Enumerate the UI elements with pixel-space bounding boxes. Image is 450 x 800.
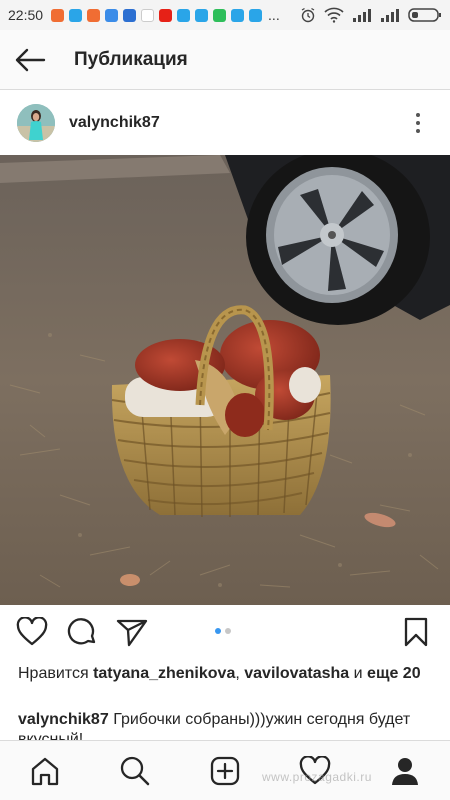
liker-link[interactable]: tatyana_zhenikova xyxy=(93,665,235,682)
page-title: Публикация xyxy=(74,48,188,70)
google-icon xyxy=(141,8,155,22)
whatsapp-icon xyxy=(213,8,227,22)
post-header: valynchik87 xyxy=(0,91,450,154)
notification-icons xyxy=(51,8,263,22)
nav-profile[interactable] xyxy=(383,749,427,793)
battery-icon xyxy=(408,8,441,22)
mail-icon xyxy=(87,8,101,22)
comment-button[interactable] xyxy=(64,614,100,650)
share-button[interactable] xyxy=(114,614,150,650)
system-icons xyxy=(300,7,442,23)
more-dot-icon xyxy=(416,120,420,125)
more-dot-icon xyxy=(416,128,420,133)
more-notifications: ... xyxy=(268,7,280,23)
liker-link[interactable]: vavilovatasha xyxy=(244,665,349,682)
wifi-icon xyxy=(324,7,344,23)
home-icon xyxy=(31,757,59,785)
vpn-icon xyxy=(123,8,137,22)
mail-icon xyxy=(51,8,65,22)
profile-icon xyxy=(392,757,418,785)
back-button[interactable] xyxy=(0,30,60,90)
app-header: Публикация xyxy=(0,30,450,90)
status-time: 22:50 xyxy=(8,7,44,23)
likes-summary: Нравится tatyana_zhenikova, vavilovatash… xyxy=(18,663,438,684)
browser-icon xyxy=(249,8,263,22)
signal-icon xyxy=(381,9,399,22)
avatar[interactable] xyxy=(17,103,55,142)
carousel-dot xyxy=(225,628,231,634)
likes-more-link[interactable]: еще 20 xyxy=(367,665,421,682)
watermark-text: www.prozagadki.ru xyxy=(262,770,372,784)
nav-new-post[interactable] xyxy=(203,749,247,793)
more-dot-icon xyxy=(416,112,420,117)
carousel-dot xyxy=(215,628,221,634)
post-caption: valynchik87 Грибочки собраны)))ужин сего… xyxy=(18,710,438,740)
comment-icon xyxy=(67,618,96,645)
more-options-button[interactable] xyxy=(408,108,428,138)
browser-icon xyxy=(231,8,245,22)
browser-icon xyxy=(195,8,209,22)
likes-and: и xyxy=(353,665,363,682)
signal-icon xyxy=(353,9,371,22)
avatar-image xyxy=(17,103,55,142)
post-username[interactable]: valynchik87 xyxy=(69,114,160,132)
nav-search[interactable] xyxy=(113,749,157,793)
youtube-icon xyxy=(159,8,173,22)
arrow-left-icon xyxy=(15,48,46,71)
heart-icon xyxy=(16,617,48,646)
mushroom-basket-photo xyxy=(0,155,450,605)
likes-prefix: Нравится xyxy=(18,665,89,682)
nav-home[interactable] xyxy=(23,749,67,793)
browser-icon xyxy=(69,8,83,22)
bookmark-icon xyxy=(404,617,428,647)
send-icon xyxy=(116,619,148,647)
cloud-icon xyxy=(105,8,119,22)
alarm-icon xyxy=(301,7,315,23)
carousel-indicator xyxy=(215,628,231,634)
post-photo[interactable] xyxy=(0,155,450,605)
likes-separator: , xyxy=(235,665,240,682)
status-bar: 22:50 ... xyxy=(0,0,450,30)
add-post-icon xyxy=(210,756,240,785)
like-button[interactable] xyxy=(14,614,50,650)
search-icon xyxy=(120,756,150,785)
save-button[interactable] xyxy=(398,614,434,650)
browser-icon xyxy=(177,8,191,22)
caption-username[interactable]: valynchik87 xyxy=(18,711,109,728)
bottom-navigation xyxy=(0,740,450,800)
